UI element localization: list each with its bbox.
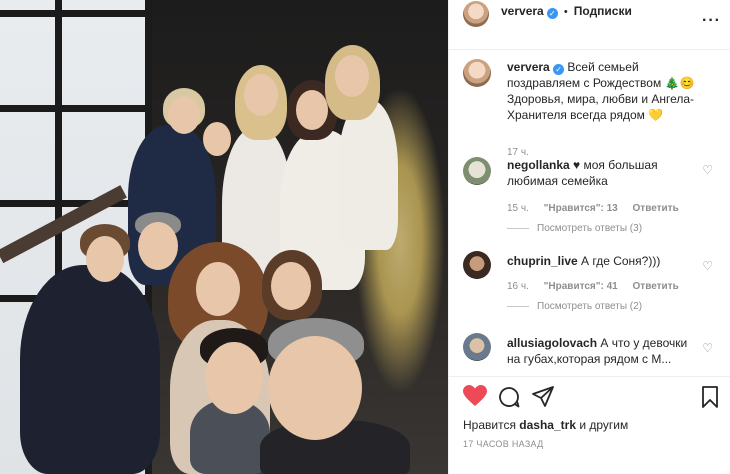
- author-username[interactable]: ververa: [501, 4, 544, 18]
- comment-like-heart-icon[interactable]: ♡: [702, 163, 713, 177]
- caption-username[interactable]: ververa: [507, 60, 550, 74]
- view-replies-button[interactable]: Посмотреть ответы (2): [507, 301, 642, 312]
- photo-person-head: [271, 262, 311, 310]
- likes-suffix[interactable]: и другим: [579, 418, 628, 432]
- author-avatar[interactable]: [463, 59, 491, 87]
- author-avatar[interactable]: [463, 1, 489, 27]
- separator-dot: •: [563, 6, 568, 18]
- paper-plane-icon[interactable]: [531, 385, 555, 409]
- view-replies-button[interactable]: Посмотреть ответы (3): [507, 223, 642, 234]
- comment-username[interactable]: allusiagolovach: [507, 336, 597, 350]
- comment-username[interactable]: chuprin_live: [507, 254, 578, 268]
- post-photo[interactable]: [0, 0, 448, 474]
- view-replies-label: Посмотреть ответы (2): [537, 301, 643, 312]
- photo-person-head: [138, 222, 178, 270]
- likes-summary: Нравится dasha_trk и другим: [463, 418, 628, 432]
- caption-body-rest: Здоровья, мира, любви и Ангела-Хранителя…: [507, 92, 695, 122]
- comment-time[interactable]: 15 ч.: [507, 203, 529, 214]
- comment-like-heart-icon[interactable]: ♡: [702, 259, 713, 273]
- comment-bubble-icon[interactable]: [497, 385, 521, 409]
- post-timestamp[interactable]: 17 ЧАСОВ НАЗАД: [463, 439, 544, 449]
- commenter-avatar[interactable]: [463, 251, 491, 279]
- photo-window-frame: [0, 10, 150, 17]
- caption-text: ververa ✓ Всей семьей поздравляем с Рожд…: [507, 59, 703, 123]
- comment-like-heart-icon[interactable]: ♡: [702, 341, 713, 355]
- heart-filled-icon[interactable]: [463, 385, 487, 407]
- replies-line: [507, 305, 529, 307]
- photo-person-head: [244, 74, 278, 116]
- comment-likes-count[interactable]: "Нравится": 41: [544, 281, 618, 292]
- comment-body: А где Соня?))): [581, 254, 661, 268]
- post-header-line: ververa ✓ • Подписки: [501, 4, 632, 19]
- photo-person-head: [335, 55, 369, 97]
- photo-window-frame: [0, 105, 150, 112]
- photo-person: [338, 100, 398, 250]
- post-panel: ververa ✓ • Подписки ··· ververa ✓ Всей …: [448, 0, 730, 474]
- photo-person: [20, 265, 160, 474]
- post-actions: Нравится dasha_trk и другим 17 ЧАСОВ НАЗ…: [449, 376, 730, 474]
- photo-person-head: [203, 122, 231, 156]
- likes-prefix: Нравится: [463, 418, 516, 432]
- comment-meta: 16 ч. "Нравится": 41 Ответить: [507, 281, 691, 292]
- comments-list[interactable]: ververa ✓ Всей семьей поздравляем с Рожд…: [449, 51, 730, 376]
- reply-button[interactable]: Ответить: [633, 203, 679, 214]
- comment-text: chuprin_live А где Соня?))): [507, 253, 703, 269]
- commenter-avatar[interactable]: [463, 157, 491, 185]
- replies-line: [507, 227, 529, 229]
- comment-time[interactable]: 16 ч.: [507, 281, 529, 292]
- photo-person-head: [268, 336, 362, 440]
- photo-person-head: [296, 90, 328, 130]
- photo-person-head: [86, 236, 124, 282]
- verified-badge-icon: ✓: [553, 64, 565, 75]
- comment-text: allusiagolovach А что у девочки на губах…: [507, 335, 703, 367]
- comment-likes-count[interactable]: "Нравится": 13: [544, 203, 618, 214]
- bookmark-icon[interactable]: [701, 385, 719, 409]
- verified-badge-icon: ✓: [546, 8, 558, 19]
- commenter-avatar[interactable]: [463, 333, 491, 361]
- liker-username[interactable]: dasha_trk: [519, 418, 576, 432]
- photo-person-head: [196, 262, 240, 316]
- more-dots-icon[interactable]: ···: [702, 12, 721, 30]
- photo-person-head: [168, 96, 200, 134]
- following-button[interactable]: Подписки: [574, 4, 632, 18]
- yellow-heart-icon: 💛: [648, 108, 664, 122]
- christmas-tree-emoji-icon: 🎄😊: [664, 76, 695, 90]
- post-header: ververa ✓ • Подписки ···: [449, 0, 730, 50]
- comment-username[interactable]: negollanka: [507, 158, 570, 172]
- photo-person-head: [205, 342, 263, 414]
- comment-text: negollanka ♥ моя большая любимая семейка: [507, 157, 703, 189]
- view-replies-label: Посмотреть ответы (3): [537, 223, 643, 234]
- comment-meta: 15 ч. "Нравится": 13 Ответить: [507, 203, 691, 214]
- reply-button[interactable]: Ответить: [633, 281, 679, 292]
